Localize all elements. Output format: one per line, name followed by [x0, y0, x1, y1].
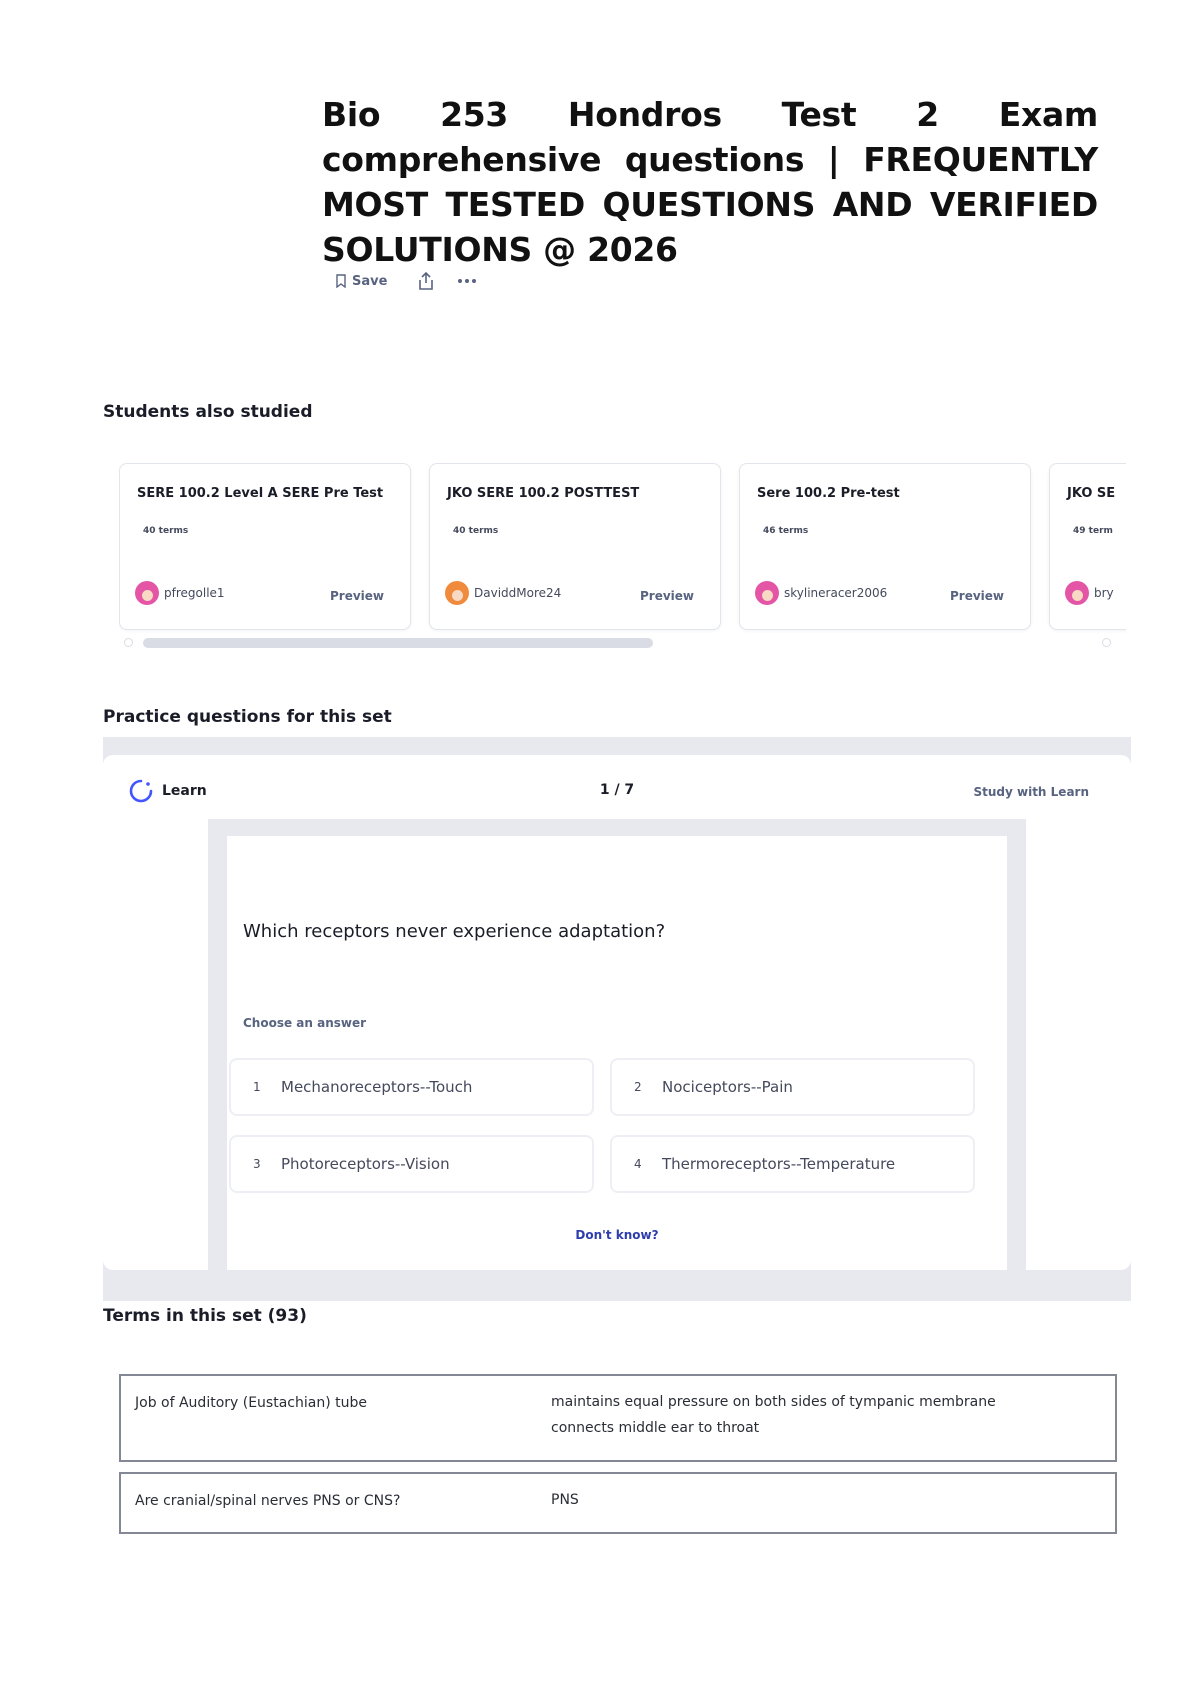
learn-panel: Learn 1 / 7 Study with Learn Which recep…: [103, 755, 1131, 1270]
term-text: Job of Auditory (Eustachian) tube: [135, 1395, 367, 1411]
study-set-card[interactable]: JKO SERE 100.2 POSTTEST 40 terms DaviddM…: [429, 463, 721, 630]
students-also-studied-heading: Students also studied: [103, 402, 313, 422]
preview-button[interactable]: Preview: [330, 589, 384, 603]
answer-text: Mechanoreceptors--Touch: [281, 1078, 473, 1096]
scrollbar-thumb[interactable]: [143, 638, 653, 648]
card-username[interactable]: DaviddMore24: [474, 586, 561, 600]
card-title: JKO SE: [1067, 486, 1116, 501]
answer-number: 2: [634, 1080, 642, 1094]
card-username[interactable]: pfregolle1: [164, 586, 225, 600]
share-icon: [419, 271, 434, 290]
definition-line: connects middle ear to throat: [551, 1420, 760, 1436]
study-with-learn-link[interactable]: Study with Learn: [973, 785, 1089, 799]
scroll-right-indicator[interactable]: [1102, 638, 1111, 647]
terms-heading: Terms in this set (93): [103, 1306, 307, 1326]
card-title: SERE 100.2 Level A SERE Pre Test: [137, 486, 384, 501]
term-row: Job of Auditory (Eustachian) tube mainta…: [119, 1374, 1117, 1462]
card-username[interactable]: bry: [1094, 586, 1114, 600]
share-button[interactable]: [417, 271, 435, 291]
question-frame: Which receptors never experience adaptat…: [208, 819, 1026, 1270]
save-button[interactable]: Save: [336, 274, 387, 289]
practice-questions-section: Learn 1 / 7 Study with Learn Which recep…: [103, 737, 1131, 1301]
preview-button[interactable]: Preview: [640, 589, 694, 603]
avatar: [445, 581, 469, 605]
avatar: [1065, 581, 1089, 605]
choose-answer-label: Choose an answer: [243, 1016, 367, 1030]
more-options-button[interactable]: [457, 278, 477, 284]
definition-line: maintains equal pressure on both sides o…: [551, 1394, 996, 1410]
study-set-card[interactable]: JKO SE 49 term bry: [1049, 463, 1126, 630]
page-title: Bio 253 Hondros Test 2 Exam comprehensiv…: [322, 95, 1098, 269]
answer-option-1[interactable]: 1 Mechanoreceptors--Touch: [229, 1058, 594, 1116]
more-icon: [458, 279, 477, 283]
answer-number: 1: [253, 1080, 261, 1094]
answer-text: Thermoreceptors--Temperature: [662, 1155, 896, 1173]
avatar: [135, 581, 159, 605]
card-term-count: 49 term: [1073, 526, 1113, 536]
definition-text: PNS: [551, 1487, 579, 1513]
definition-line: PNS: [551, 1492, 579, 1508]
card-term-count: 40 terms: [453, 526, 499, 536]
card-username[interactable]: skylineracer2006: [784, 586, 887, 600]
study-set-card[interactable]: Sere 100.2 Pre-test 46 terms skylinerace…: [739, 463, 1031, 630]
preview-button[interactable]: Preview: [950, 589, 1004, 603]
answer-option-2[interactable]: 2 Nociceptors--Pain: [610, 1058, 975, 1116]
card-title: JKO SERE 100.2 POSTTEST: [447, 486, 640, 501]
card-term-count: 46 terms: [763, 526, 809, 536]
answer-number: 3: [253, 1157, 261, 1171]
answer-text: Nociceptors--Pain: [662, 1078, 793, 1096]
card-term-count: 40 terms: [143, 526, 189, 536]
avatar: [755, 581, 779, 605]
carousel-scrollbar[interactable]: [119, 637, 1119, 649]
question-text: Which receptors never experience adaptat…: [243, 921, 666, 942]
set-actions: Save: [336, 271, 477, 291]
dont-know-button[interactable]: Don't know?: [227, 1228, 1007, 1242]
bookmark-icon: [336, 274, 346, 288]
practice-questions-heading: Practice questions for this set: [103, 707, 392, 727]
answer-option-4[interactable]: 4 Thermoreceptors--Temperature: [610, 1135, 975, 1193]
term-row: Are cranial/spinal nerves PNS or CNS? PN…: [119, 1472, 1117, 1534]
card-title: Sere 100.2 Pre-test: [757, 486, 900, 501]
study-set-carousel[interactable]: SERE 100.2 Level A SERE Pre Test 40 term…: [119, 463, 1126, 633]
term-text: Are cranial/spinal nerves PNS or CNS?: [135, 1493, 401, 1509]
answer-option-3[interactable]: 3 Photoreceptors--Vision: [229, 1135, 594, 1193]
definition-text: maintains equal pressure on both sides o…: [551, 1389, 996, 1441]
question-card: Which receptors never experience adaptat…: [227, 836, 1007, 1270]
save-label: Save: [352, 273, 388, 289]
answer-text: Photoreceptors--Vision: [281, 1155, 450, 1173]
study-set-card[interactable]: SERE 100.2 Level A SERE Pre Test 40 term…: [119, 463, 411, 630]
answer-number: 4: [634, 1157, 642, 1171]
scroll-left-indicator[interactable]: [124, 638, 133, 647]
